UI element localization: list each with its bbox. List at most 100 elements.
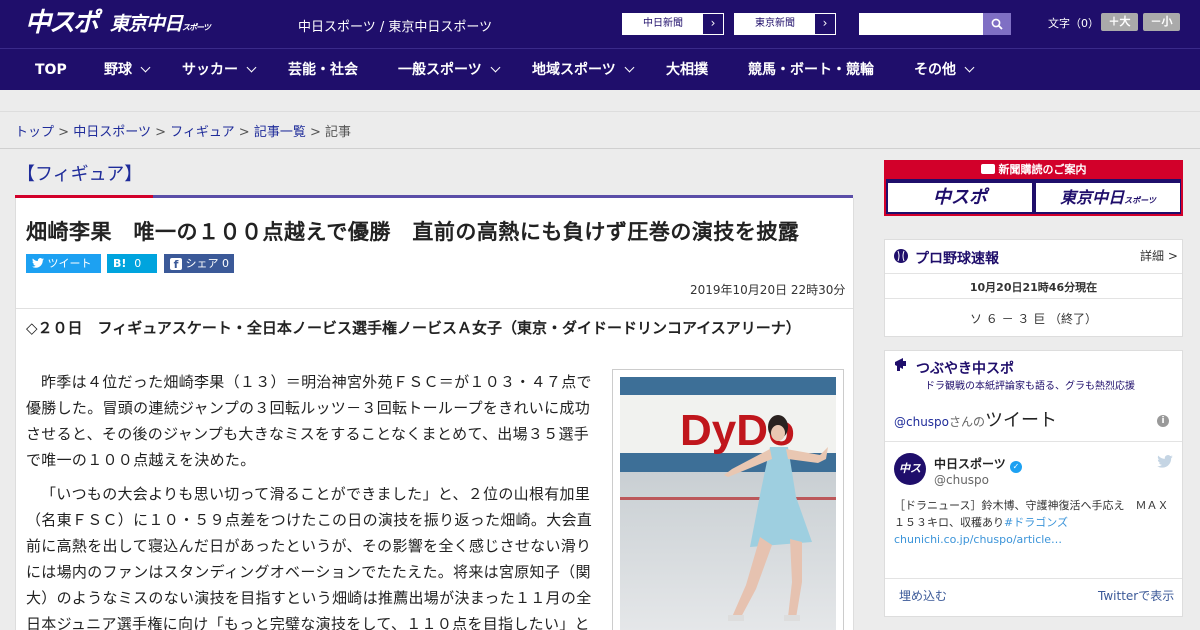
chevron-down-icon — [624, 62, 635, 73]
divider — [16, 308, 853, 309]
tokyo-shimbun-link[interactable]: 東京新聞 › — [734, 13, 836, 35]
nav-label: TOP — [35, 62, 67, 78]
search-button[interactable] — [983, 13, 1011, 35]
nav-soccer[interactable]: サッカー — [182, 49, 257, 91]
nav-racing[interactable]: 競馬・ボート・競輪 — [748, 49, 874, 91]
nav-local-sports[interactable]: 地域スポーツ — [532, 49, 635, 91]
breadcrumb-sep: > — [155, 125, 166, 140]
nav-label: 一般スポーツ — [398, 62, 482, 78]
breadcrumb-article-list[interactable]: 記事一覧 — [254, 125, 306, 140]
avatar[interactable]: 中スポ — [894, 453, 926, 507]
skater-photo-illustration: DyDo — [620, 377, 836, 630]
article-paragraph-2: 「いつもの大会よりも思い切って滑ることができました」と、２位の山根有加里（名東Ｆ… — [26, 485, 593, 630]
nav-general-sports[interactable]: 一般スポーツ — [398, 49, 501, 91]
breadcrumb: トップ > 中日スポーツ > フィギュア > 記事一覧 > 記事 — [15, 121, 351, 140]
breadcrumb-figure[interactable]: フィギュア — [170, 125, 234, 140]
nav-entertainment[interactable]: 芸能・社会 — [288, 49, 358, 91]
tweet-url-link[interactable]: chunichi.co.jp/chuspo/article… — [894, 533, 1062, 546]
tokyo-chunichi-logo[interactable]: 東京中日スポーツ — [110, 10, 211, 38]
category-rule-accent — [15, 195, 153, 198]
tokyo-chunichi-subscribe-logo[interactable]: 東京中日スポーツ — [1036, 183, 1180, 212]
nav-label: その他 — [914, 62, 956, 78]
article-headline: 畑崎李果 唯一の１００点越えで優勝 直前の高熱にも負けず圧巻の演技を披露 — [26, 220, 800, 244]
ad-band — [0, 90, 1200, 112]
info-icon[interactable]: i — [1157, 415, 1169, 427]
verified-badge-icon: ✓ — [1009, 461, 1022, 473]
hatena-bookmark-button[interactable]: B! 0 — [107, 254, 157, 273]
article-paragraph-1: 昨季は４位だった畑崎李果（１３）＝明治神宮外苑ＦＳＣ＝が１０３・４７点で優勝した… — [26, 373, 592, 469]
site-title[interactable]: 中日スポーツ / 東京中日スポーツ — [298, 16, 492, 35]
nav-label: 大相撲 — [666, 62, 708, 78]
nav-label: 芸能・社会 — [288, 62, 358, 78]
chevron-down-icon — [964, 62, 975, 73]
nav-baseball[interactable]: 野球 — [104, 49, 151, 91]
hatena-count: 0 — [134, 257, 142, 270]
tweet-author-handle[interactable]: @chuspo — [934, 473, 989, 487]
main-nav: TOP 野球 サッカー 芸能・社会 一般スポーツ 地域スポーツ 大相撲 競馬・ボ… — [0, 48, 1200, 90]
tweet-heading-text: ツイート — [985, 410, 1058, 431]
tweet-hashtag-link[interactable]: #ドラゴンズ — [1004, 516, 1068, 529]
tokyo-link-label: 東京新聞 — [755, 18, 795, 29]
search-input[interactable] — [859, 13, 983, 35]
top-header: 中スポ 東京中日スポーツ 中日スポーツ / 東京中日スポーツ 中日新聞 › 東京… — [0, 0, 1200, 48]
nav-sumo[interactable]: 大相撲 — [666, 49, 708, 91]
tsubuyaki-subtitle: ドラ観戦の本紙評論家も語る、グラも熱烈応援 — [925, 381, 1135, 392]
breadcrumb-chuspo[interactable]: 中日スポーツ — [73, 125, 151, 140]
embed-link[interactable]: 埋め込む — [899, 587, 947, 604]
baseball-detail-link[interactable]: 詳細 > — [1140, 247, 1178, 264]
article-lead: ◇２０日 フィギュアスケート・全日本ノービス選手権ノービスＡ女子（東京・ダイドー… — [26, 319, 801, 337]
nav-label: 地域スポーツ — [532, 62, 616, 78]
facebook-icon: f — [170, 258, 182, 271]
twitter-bird-icon[interactable] — [1157, 455, 1173, 468]
article-photo[interactable]: DyDo — [620, 377, 836, 630]
search-icon — [991, 18, 1003, 30]
tokyo-subscribe-text: 東京中日 — [1060, 188, 1125, 207]
tweet-author-text: 中日スポーツ — [934, 457, 1006, 471]
breadcrumb-sep: > — [238, 125, 250, 140]
baseball-widget-title: プロ野球速報 — [915, 251, 999, 267]
chuspo-handle-link[interactable]: @chuspo — [894, 415, 949, 429]
tweet-button[interactable]: ツイート — [26, 254, 101, 273]
chuspo-logo[interactable]: 中スポ — [25, 8, 100, 38]
subscription-banner-title: 新聞購読のご案内 — [884, 160, 1183, 179]
chevron-down-icon — [140, 62, 151, 73]
chevron-down-icon — [490, 62, 501, 73]
breadcrumb-sep: > — [309, 125, 321, 140]
divider — [885, 578, 1182, 579]
tokyo-logo-text: 東京中日 — [110, 13, 183, 35]
nav-label: 競馬・ボート・競輪 — [748, 62, 874, 78]
newspaper-icon — [980, 164, 995, 174]
divider — [885, 273, 1182, 274]
tsubuyaki-title: つぶやき中スポ — [916, 361, 1014, 377]
megaphone-icon — [895, 358, 906, 371]
chuspo-subscribe-logo[interactable]: 中スポ — [888, 183, 1032, 212]
nav-label: サッカー — [182, 62, 238, 78]
chevron-right-icon: › — [815, 14, 835, 34]
tweet-author-name[interactable]: 中日スポーツ ✓ — [934, 455, 1022, 473]
view-on-twitter-link[interactable]: Twitterで表示 — [1098, 587, 1174, 604]
nav-label: 野球 — [104, 62, 132, 78]
facebook-share-button[interactable]: f シェア 0 — [164, 254, 234, 273]
baseball-icon — [894, 249, 908, 263]
chunichi-link-label: 中日新聞 — [643, 18, 683, 29]
divider — [0, 148, 1200, 149]
facebook-label: シェア — [185, 257, 219, 270]
divider — [885, 441, 1182, 442]
tokyo-subscribe-sub: スポーツ — [1124, 196, 1156, 205]
chevron-right-icon: › — [703, 14, 723, 34]
breadcrumb-top[interactable]: トップ — [15, 125, 54, 140]
tokyo-logo-sub: スポーツ — [182, 23, 211, 32]
nav-other[interactable]: その他 — [914, 49, 975, 91]
breadcrumb-current: 記事 — [325, 125, 352, 140]
chunichi-shimbun-link[interactable]: 中日新聞 › — [622, 13, 724, 35]
nav-top[interactable]: TOP — [35, 49, 67, 91]
font-size-label: 文字（0） — [1048, 17, 1099, 30]
tweet-label: ツイート — [47, 257, 92, 270]
font-small-button[interactable]: －小 — [1143, 13, 1180, 31]
divider — [885, 298, 1182, 299]
tweet-text: ［ドラニュース］鈴木博、守護神復活へ手応え ＭＡＸ１５３キロ、収穫あり#ドラゴン… — [894, 497, 1172, 548]
baseball-score-row[interactable]: ソ ６ － ３ 巨 （終了） — [885, 310, 1182, 327]
font-large-button[interactable]: ＋大 — [1101, 13, 1138, 31]
breadcrumb-sep: > — [58, 125, 70, 140]
twitter-bird-icon — [32, 257, 48, 270]
